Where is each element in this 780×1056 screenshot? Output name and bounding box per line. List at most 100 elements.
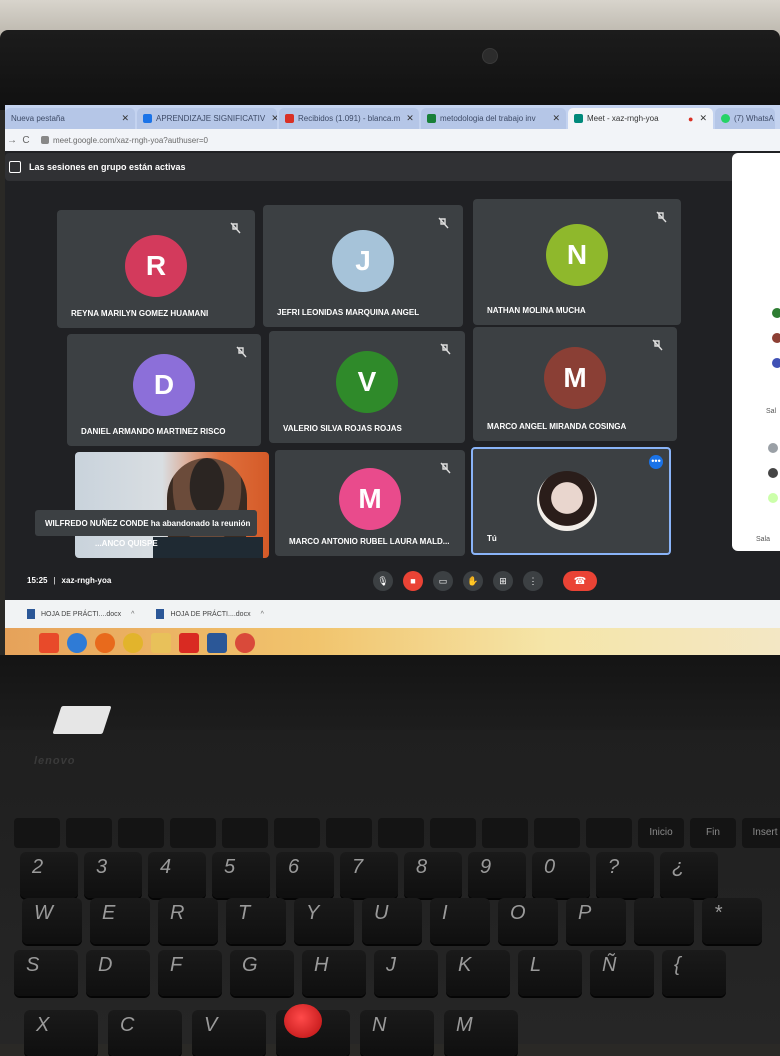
participant-tile[interactable]: J JEFRI LEONIDAS MARQUINA ANGEL: [263, 205, 463, 327]
internet-explorer-icon[interactable]: [67, 633, 87, 653]
key[interactable]: 0: [532, 852, 590, 898]
key[interactable]: L: [518, 950, 582, 996]
function-key[interactable]: [14, 818, 60, 848]
self-view-tile[interactable]: ••• Tú: [471, 447, 671, 555]
key[interactable]: J: [374, 950, 438, 996]
close-icon[interactable]: ✕: [693, 113, 707, 124]
key[interactable]: 8: [404, 852, 462, 898]
participant-tile[interactable]: R REYNA MARILYN GOMEZ HUAMANI: [57, 210, 255, 328]
key[interactable]: 2: [20, 852, 78, 898]
function-key[interactable]: [274, 818, 320, 848]
more-options-button[interactable]: ⋮: [523, 571, 543, 591]
chevron-up-icon[interactable]: ^: [261, 611, 264, 618]
key[interactable]: 3: [84, 852, 142, 898]
key[interactable]: F: [158, 950, 222, 996]
function-key[interactable]: [534, 818, 580, 848]
participant-name: VALERIO SILVA ROJAS ROJAS: [283, 424, 402, 433]
file-explorer-icon[interactable]: [151, 633, 171, 653]
word-icon[interactable]: [207, 633, 227, 653]
acrobat-icon[interactable]: [179, 633, 199, 653]
camera-off-button[interactable]: ■: [403, 571, 423, 591]
tab-new-tab[interactable]: Nueva pestaña ✕: [5, 108, 135, 129]
tab-whatsapp[interactable]: (7) WhatsA: [715, 108, 775, 129]
key[interactable]: K: [446, 950, 510, 996]
tab-aprendizaje[interactable]: APRENDIZAJE SIGNIFICATIV ✕: [137, 108, 277, 129]
participant-tile[interactable]: V VALERIO SILVA ROJAS ROJAS: [269, 331, 465, 443]
function-key[interactable]: Inicio: [638, 818, 684, 848]
chrome-app-icon[interactable]: [235, 633, 255, 653]
key[interactable]: D: [86, 950, 150, 996]
key[interactable]: I: [430, 898, 490, 944]
hand-icon: ✋: [467, 575, 479, 586]
key[interactable]: V: [192, 1010, 266, 1056]
tab-sheets[interactable]: metodologia del trabajo inv ✕: [421, 108, 566, 129]
close-icon[interactable]: ✕: [265, 113, 277, 124]
leave-call-button[interactable]: ☎: [563, 571, 597, 591]
key[interactable]: R: [158, 898, 218, 944]
chrome-icon[interactable]: [123, 633, 143, 653]
key[interactable]: C: [108, 1010, 182, 1056]
function-key[interactable]: Insert: [742, 818, 780, 848]
function-key[interactable]: [118, 818, 164, 848]
forward-arrow-icon[interactable]: →: [5, 135, 19, 146]
function-key[interactable]: Fin: [690, 818, 736, 848]
tab-gmail[interactable]: Recibidos (1.091) - blanca.m ✕: [279, 108, 419, 129]
key[interactable]: P: [566, 898, 626, 944]
participant-tile[interactable]: M MARCO ANTONIO RUBEL LAURA MALD...: [275, 450, 465, 556]
key[interactable]: 9: [468, 852, 526, 898]
firefox-icon[interactable]: [95, 633, 115, 653]
participant-video-tile[interactable]: ...ANCO QUISPE: [75, 452, 269, 558]
key[interactable]: S: [14, 950, 78, 996]
key[interactable]: T: [226, 898, 286, 944]
key[interactable]: ?: [596, 852, 654, 898]
url-text[interactable]: meet.google.com/xaz-rngh-yoa?authuser=0: [53, 136, 208, 145]
participant-tile[interactable]: N NATHAN MOLINA MUCHA: [473, 199, 681, 325]
key[interactable]: Y: [294, 898, 354, 944]
chevron-up-icon[interactable]: ^: [131, 611, 134, 618]
key[interactable]: ¿: [660, 852, 718, 898]
present-button[interactable]: ⊞: [493, 571, 513, 591]
key[interactable]: *: [702, 898, 762, 944]
close-icon[interactable]: ✕: [400, 113, 414, 124]
more-options-icon[interactable]: •••: [649, 455, 663, 469]
key[interactable]: {: [662, 950, 726, 996]
function-key[interactable]: [430, 818, 476, 848]
key[interactable]: Ñ: [590, 950, 654, 996]
key[interactable]: 5: [212, 852, 270, 898]
download-item[interactable]: HOJA DE PRÁCTI....docx ^: [156, 609, 264, 619]
key[interactable]: [634, 898, 694, 944]
captions-button[interactable]: ▭: [433, 571, 453, 591]
key[interactable]: U: [362, 898, 422, 944]
avatar: [772, 333, 780, 343]
key[interactable]: X: [24, 1010, 98, 1056]
participant-tile[interactable]: M MARCO ANGEL MIRANDA COSINGA: [473, 327, 677, 441]
mic-button[interactable]: 🎙: [373, 571, 393, 591]
key[interactable]: W: [22, 898, 82, 944]
key[interactable]: N: [360, 1010, 434, 1056]
key[interactable]: 6: [276, 852, 334, 898]
key[interactable]: G: [230, 950, 294, 996]
participant-tile[interactable]: D DANIEL ARMANDO MARTINEZ RISCO: [67, 334, 261, 446]
trackpoint[interactable]: [284, 1004, 322, 1038]
key[interactable]: 7: [340, 852, 398, 898]
key[interactable]: E: [90, 898, 150, 944]
reload-icon[interactable]: C: [19, 135, 33, 146]
function-key[interactable]: [586, 818, 632, 848]
key[interactable]: M: [444, 1010, 518, 1056]
key[interactable]: 4: [148, 852, 206, 898]
close-icon[interactable]: ✕: [546, 113, 560, 124]
function-key[interactable]: [170, 818, 216, 848]
function-key[interactable]: [326, 818, 372, 848]
function-key[interactable]: [378, 818, 424, 848]
function-key[interactable]: [222, 818, 268, 848]
download-item[interactable]: HOJA DE PRÁCTI....docx ^: [27, 609, 134, 619]
close-icon[interactable]: ✕: [115, 113, 129, 124]
key[interactable]: O: [498, 898, 558, 944]
raise-hand-button[interactable]: ✋: [463, 571, 483, 591]
tab-meet[interactable]: Meet - xaz-rngh-yoa ● ✕: [568, 108, 713, 129]
function-key[interactable]: [482, 818, 528, 848]
laptop-screen: Nueva pestaña ✕ APRENDIZAJE SIGNIFICATIV…: [5, 105, 780, 658]
windows-start-icon[interactable]: [39, 633, 59, 653]
function-key[interactable]: [66, 818, 112, 848]
key[interactable]: H: [302, 950, 366, 996]
